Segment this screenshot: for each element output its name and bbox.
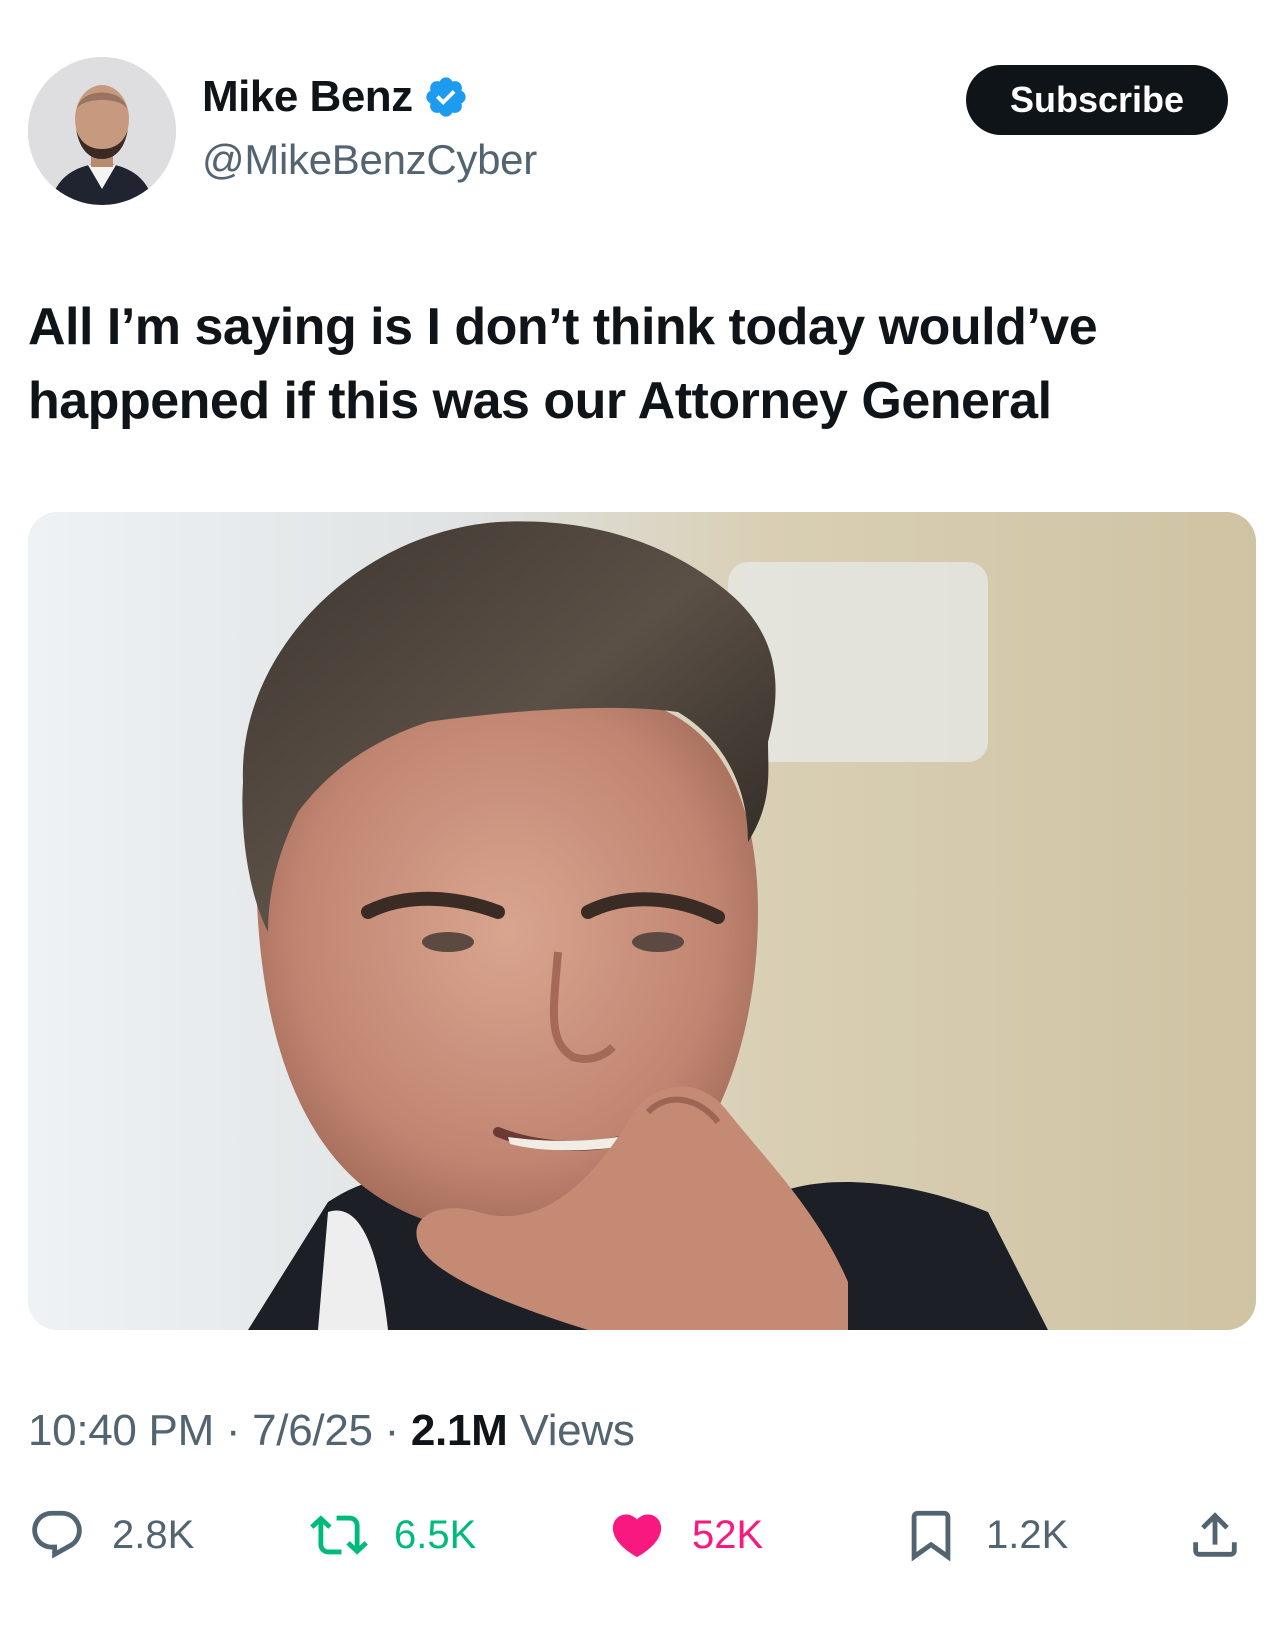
repost-icon (310, 1515, 368, 1555)
reply-button[interactable]: 2.8K (28, 1480, 194, 1590)
bookmark-count: 1.2K (986, 1512, 1069, 1557)
views-label: Views (507, 1406, 635, 1455)
reply-icon (32, 1510, 82, 1559)
tweet-header: Mike Benz @MikeBenzCyber Subscribe (0, 0, 1284, 230)
tweet-time[interactable]: 10:40 PM (28, 1406, 214, 1455)
subscribe-button[interactable]: Subscribe (966, 65, 1228, 135)
repost-button[interactable]: 6.5K (310, 1480, 476, 1590)
heart-icon (612, 1514, 662, 1558)
author-display-name[interactable]: Mike Benz (202, 72, 413, 122)
like-button[interactable]: 52K (608, 1480, 763, 1590)
meta-separator: · (213, 1406, 253, 1455)
meta-separator: · (372, 1406, 411, 1455)
author-handle[interactable]: @MikeBenzCyber (202, 136, 537, 184)
share-icon (1193, 1512, 1237, 1557)
verified-badge-icon (423, 74, 469, 120)
share-button[interactable] (1186, 1480, 1244, 1590)
photo-image (28, 512, 1256, 1330)
tweet-actions-bar: 2.8K 6.5K 52K 1.2K (0, 1480, 1284, 1590)
tweet-media-photo[interactable] (28, 512, 1256, 1330)
bookmark-icon (911, 1510, 951, 1562)
avatar-image (28, 57, 176, 205)
author-avatar[interactable] (28, 57, 176, 205)
like-count: 52K (692, 1512, 764, 1557)
views-count: 2.1M (410, 1406, 508, 1455)
tweet-text: All I’m saying is I don’t think today wo… (28, 298, 1098, 430)
tweet-date[interactable]: 7/6/25 (252, 1406, 373, 1455)
reply-count: 2.8K (112, 1512, 195, 1557)
tweet-meta: 10:40 PM · 7/6/25 · 2.1M Views (28, 1406, 635, 1456)
repost-count: 6.5K (394, 1512, 477, 1557)
bookmark-button[interactable]: 1.2K (902, 1480, 1068, 1590)
name-row: Mike Benz (202, 72, 469, 122)
